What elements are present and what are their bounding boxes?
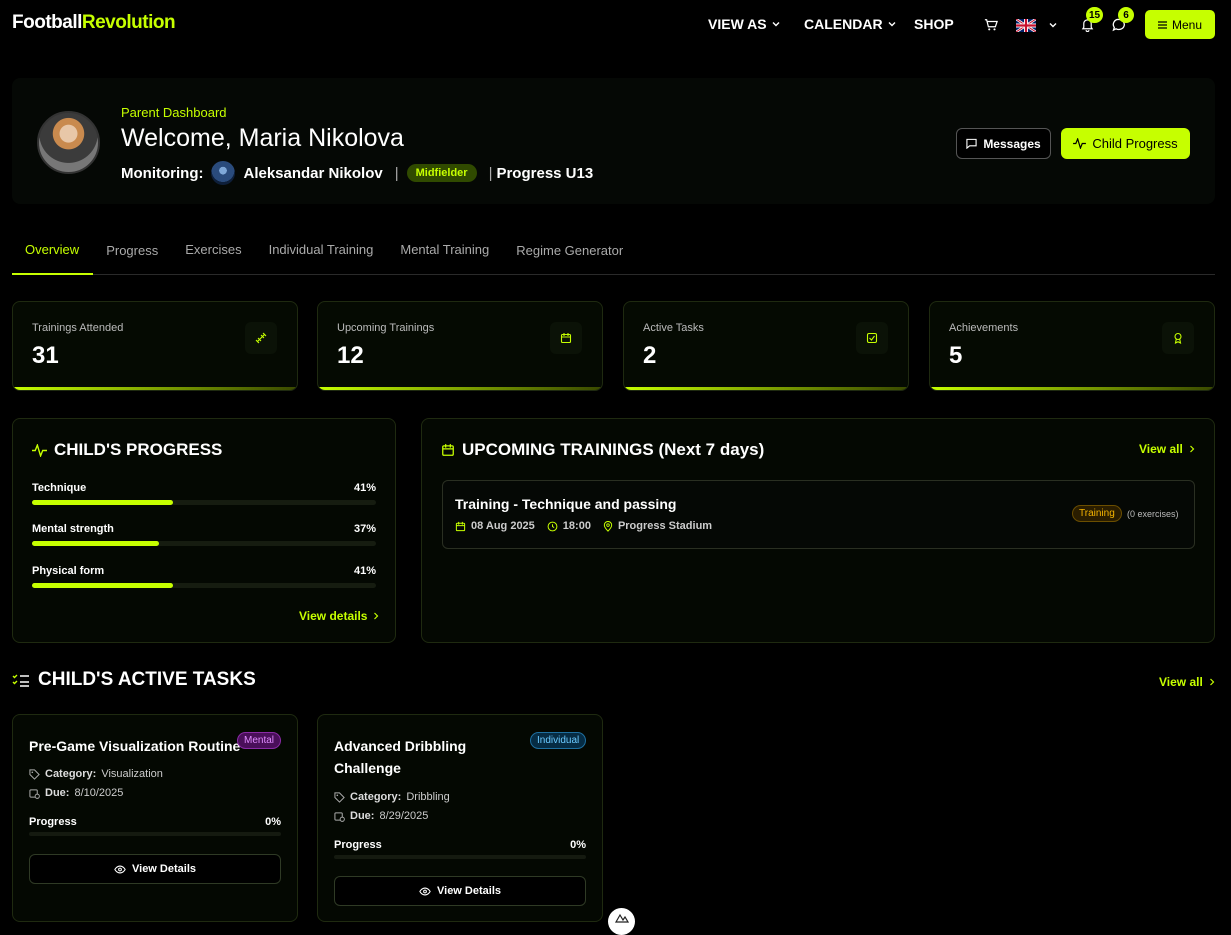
message-square-icon [966, 138, 977, 149]
dashboard-kicker: Parent Dashboard [121, 105, 227, 120]
task-card: Pre-Game Visualization Routine Mental Ca… [12, 714, 298, 922]
eye-icon [419, 887, 431, 895]
calendar-icon [442, 444, 454, 456]
nav-view-as[interactable]: VIEW AS [708, 16, 781, 32]
task-progress-percent: 0% [265, 816, 281, 828]
eye-icon [114, 865, 126, 873]
task-card: Advanced Dribbling Challenge Individual … [317, 714, 603, 922]
message-count-badge: 6 [1118, 7, 1134, 23]
tab-individual-training[interactable]: Individual Training [256, 236, 388, 275]
child-progress-button[interactable]: Child Progress [1061, 128, 1190, 159]
progress-fill [32, 583, 174, 588]
task-title: Advanced Dribbling Challenge [334, 738, 467, 776]
tab-regime-generator[interactable]: Regime Generator [503, 236, 637, 275]
tab-mental-training[interactable]: Mental Training [387, 236, 503, 275]
exercise-count: (0 exercises) [1127, 509, 1179, 519]
activity-icon [32, 443, 47, 457]
tab-overview[interactable]: Overview [12, 236, 94, 275]
stat-upcoming-trainings: Upcoming Trainings 12 [317, 301, 603, 391]
calendar-icon [455, 521, 466, 531]
menu-button[interactable]: Menu [1145, 10, 1215, 39]
chevron-down-icon [1049, 23, 1057, 28]
award-icon [1162, 322, 1194, 354]
messages-nav-button[interactable]: 6 [1111, 7, 1134, 33]
notification-count-badge: 15 [1086, 7, 1104, 23]
task-badge-mental: Mental [237, 732, 282, 749]
page-title: Welcome, Maria Nikolova [121, 124, 404, 152]
chevron-down-icon [772, 22, 780, 27]
task-title: Pre-Game Visualization Routine [29, 738, 241, 754]
progress-fill [32, 500, 174, 505]
calendar-clock-icon [334, 811, 345, 822]
devtools-toggle-icon[interactable] [608, 908, 635, 935]
progress-row-mental-strength: Mental strength 37% [32, 523, 376, 546]
task-progress-bar [29, 832, 281, 836]
dumbbell-icon [245, 322, 277, 354]
chevron-right-icon [1189, 445, 1195, 453]
stat-achievements: Achievements 5 [929, 301, 1215, 391]
check-square-icon [856, 322, 888, 354]
progress-row-technique: Technique 41% [32, 482, 376, 505]
tab-progress[interactable]: Progress [93, 236, 172, 275]
chevron-right-icon [374, 612, 379, 620]
nav-calendar[interactable]: CALENDAR [804, 16, 897, 32]
view-details-button[interactable]: View Details [29, 854, 281, 884]
view-all-tasks-link[interactable]: View all [1159, 675, 1216, 689]
chevron-right-icon [1209, 678, 1215, 686]
calendar-icon [550, 322, 582, 354]
clock-icon [547, 521, 558, 531]
view-all-trainings-link[interactable]: View all [1139, 442, 1196, 456]
cart-icon[interactable] [983, 17, 999, 33]
task-badge-individual: Individual [530, 732, 587, 749]
logo[interactable]: FootballRevolution [12, 12, 176, 34]
stat-active-tasks: Active Tasks 2 [623, 301, 909, 391]
stat-trainings-attended: Trainings Attended 31 [12, 301, 298, 391]
dashboard-tabs: Overview Progress Exercises Individual T… [12, 236, 1215, 275]
hamburger-icon [1157, 20, 1167, 29]
uk-flag-icon [1016, 18, 1036, 32]
welcome-hero: Parent Dashboard Welcome, Maria Nikolova… [12, 78, 1215, 204]
team-name: Progress U13 [496, 164, 594, 182]
active-tasks-heading: CHILD'S ACTIVE TASKS [12, 669, 256, 691]
panel-title: CHILD'S PROGRESS [54, 440, 223, 459]
task-progress-percent: 0% [570, 839, 586, 851]
parent-avatar [37, 111, 100, 174]
child-name: Aleksandar Nikolov [243, 164, 383, 182]
view-details-link[interactable]: View details [299, 609, 380, 623]
tab-exercises[interactable]: Exercises [172, 236, 255, 275]
tag-icon [29, 768, 40, 780]
monitoring-line: Monitoring: Aleksandar Nikolov | Midfiel… [121, 161, 593, 185]
child-avatar [211, 161, 236, 185]
chevron-down-icon [888, 22, 896, 27]
messages-button[interactable]: Messages [956, 128, 1051, 159]
training-item[interactable]: Training - Technique and passing 08 Aug … [442, 480, 1195, 549]
progress-fill [32, 541, 160, 546]
top-navbar: FootballRevolution VIEW AS CALENDAR SHOP… [0, 0, 1231, 50]
upcoming-trainings-panel: UPCOMING TRAININGS (Next 7 days) View al… [421, 418, 1215, 643]
notifications-button[interactable]: 15 [1079, 7, 1104, 33]
view-details-button[interactable]: View Details [334, 876, 586, 906]
language-selector[interactable] [1016, 17, 1058, 33]
calendar-clock-icon [29, 788, 40, 799]
training-title: Training - Technique and passing [455, 496, 677, 512]
tag-icon [334, 791, 345, 803]
panel-title: UPCOMING TRAININGS (Next 7 days) [462, 440, 765, 459]
activity-icon [1073, 138, 1087, 149]
child-progress-panel: CHILD'S PROGRESS Technique 41% Mental st… [12, 418, 396, 643]
training-type-badge: Training [1072, 505, 1122, 522]
progress-row-physical-form: Physical form 41% [32, 565, 376, 588]
list-checks-icon [12, 674, 29, 687]
map-pin-icon [603, 520, 613, 532]
nav-shop[interactable]: SHOP [914, 16, 954, 32]
task-progress-bar [334, 855, 586, 859]
position-badge: Midfielder [406, 164, 477, 182]
